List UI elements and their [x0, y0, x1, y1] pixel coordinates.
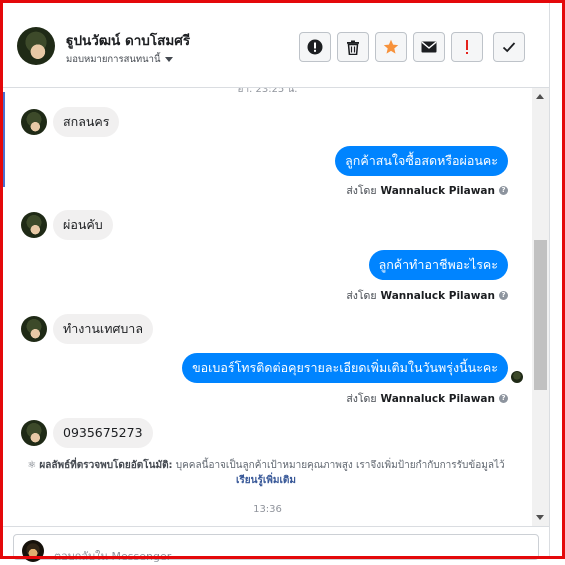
- info-circle-icon: [307, 39, 323, 55]
- star-button[interactable]: [375, 32, 407, 62]
- scrollbar-thumb[interactable]: [534, 240, 547, 390]
- incoming-message[interactable]: สกลนคร: [53, 107, 120, 137]
- atom-icon: ⚛: [27, 460, 37, 471]
- chevron-down-icon: [164, 57, 173, 62]
- trash-icon: [347, 40, 359, 55]
- outgoing-message[interactable]: ขอเบอร์โทรติดต่อคุยรายละเอียดเพิ่มเติมใน…: [182, 353, 508, 383]
- sender-name[interactable]: Wannaluck Pilawan: [380, 185, 495, 197]
- assign-label: มอบหมายการสนทนานี้: [66, 54, 161, 65]
- help-icon[interactable]: ?: [499, 291, 508, 300]
- conversation-header: ฐูปนวัฒน์ ดาบโสมศรี มอบหมายการสนทนานี้: [3, 3, 549, 88]
- scroll-up-arrow-icon[interactable]: [536, 94, 544, 99]
- auto-detect-label: ผลลัพธ์ที่ตรวจพบโดยอัตโนมัติ:: [39, 460, 173, 471]
- auto-detect-notice: ⚛ ผลลัพธ์ที่ตรวจพบโดยอัตโนมัติ: บุคคลนี้อ…: [21, 458, 511, 488]
- sent-by-prefix: ส่งโดย: [346, 185, 377, 197]
- contact-name[interactable]: ฐูปนวัฒน์ ดาบโสมศรี: [66, 29, 190, 51]
- contact-avatar[interactable]: [17, 27, 55, 65]
- sent-by-line: ส่งโดย Wannaluck Pilawan ?: [346, 182, 508, 199]
- sent-by-line: ส่งโดย Wannaluck Pilawan ?: [346, 390, 508, 407]
- sender-name[interactable]: Wannaluck Pilawan: [380, 290, 495, 302]
- contact-avatar-small: [21, 212, 47, 238]
- auto-detect-text: บุคคลนี้อาจเป็นลูกค้าเป้าหมายคุณภาพสูง เ…: [175, 460, 505, 471]
- panel-edge: [549, 3, 550, 556]
- sent-by-prefix: ส่งโดย: [346, 393, 377, 405]
- exclamation-icon: [466, 40, 468, 54]
- check-icon: [502, 42, 516, 53]
- sent-by-prefix: ส่งโดย: [346, 290, 377, 302]
- seen-indicator-avatar: [511, 371, 523, 383]
- outgoing-message[interactable]: ลูกค้าสนใจซื้อสดหรือผ่อนคะ: [335, 146, 508, 176]
- assign-conversation-dropdown[interactable]: มอบหมายการสนทนานี้: [66, 52, 173, 67]
- contact-avatar-small: [21, 109, 47, 135]
- envelope-icon: [421, 41, 437, 53]
- composer: ตอบกลับใน Messenger: [3, 526, 549, 563]
- info-button[interactable]: [299, 32, 331, 62]
- panel-accent-edge: [3, 92, 5, 187]
- reply-input[interactable]: ตอบกลับใน Messenger: [13, 534, 539, 563]
- mark-done-button[interactable]: [493, 32, 525, 62]
- incoming-message[interactable]: ผ่อนคับ: [53, 210, 113, 240]
- reply-placeholder: ตอบกลับใน Messenger: [54, 550, 172, 563]
- mark-unread-button[interactable]: [413, 32, 445, 62]
- incoming-message[interactable]: ทำงานเทศบาล: [53, 314, 153, 344]
- sent-by-line: ส่งโดย Wannaluck Pilawan ?: [346, 287, 508, 304]
- help-icon[interactable]: ?: [499, 394, 508, 403]
- outgoing-message[interactable]: ลูกค้าทำอาชีพอะไรคะ: [368, 250, 508, 280]
- contact-avatar-small: [21, 420, 47, 446]
- message-list[interactable]: อา. 23:25 น. สกลนคร ลูกค้าสนใจซื้อสดหรือ…: [3, 88, 532, 526]
- scroll-down-arrow-icon[interactable]: [536, 515, 544, 520]
- mark-spam-button[interactable]: [451, 32, 483, 62]
- learn-more-link[interactable]: เรียนรู้เพิ่มเติม: [236, 475, 296, 486]
- timestamp: 13:36: [253, 504, 282, 515]
- sender-name[interactable]: Wannaluck Pilawan: [380, 393, 495, 405]
- timestamp: อา. 23:25 น.: [237, 88, 298, 95]
- delete-button[interactable]: [337, 32, 369, 62]
- contact-avatar-small: [21, 316, 47, 342]
- incoming-message[interactable]: 0935675273: [53, 418, 153, 448]
- star-icon: [383, 39, 399, 54]
- scrollbar[interactable]: [532, 88, 549, 526]
- help-icon[interactable]: ?: [499, 186, 508, 195]
